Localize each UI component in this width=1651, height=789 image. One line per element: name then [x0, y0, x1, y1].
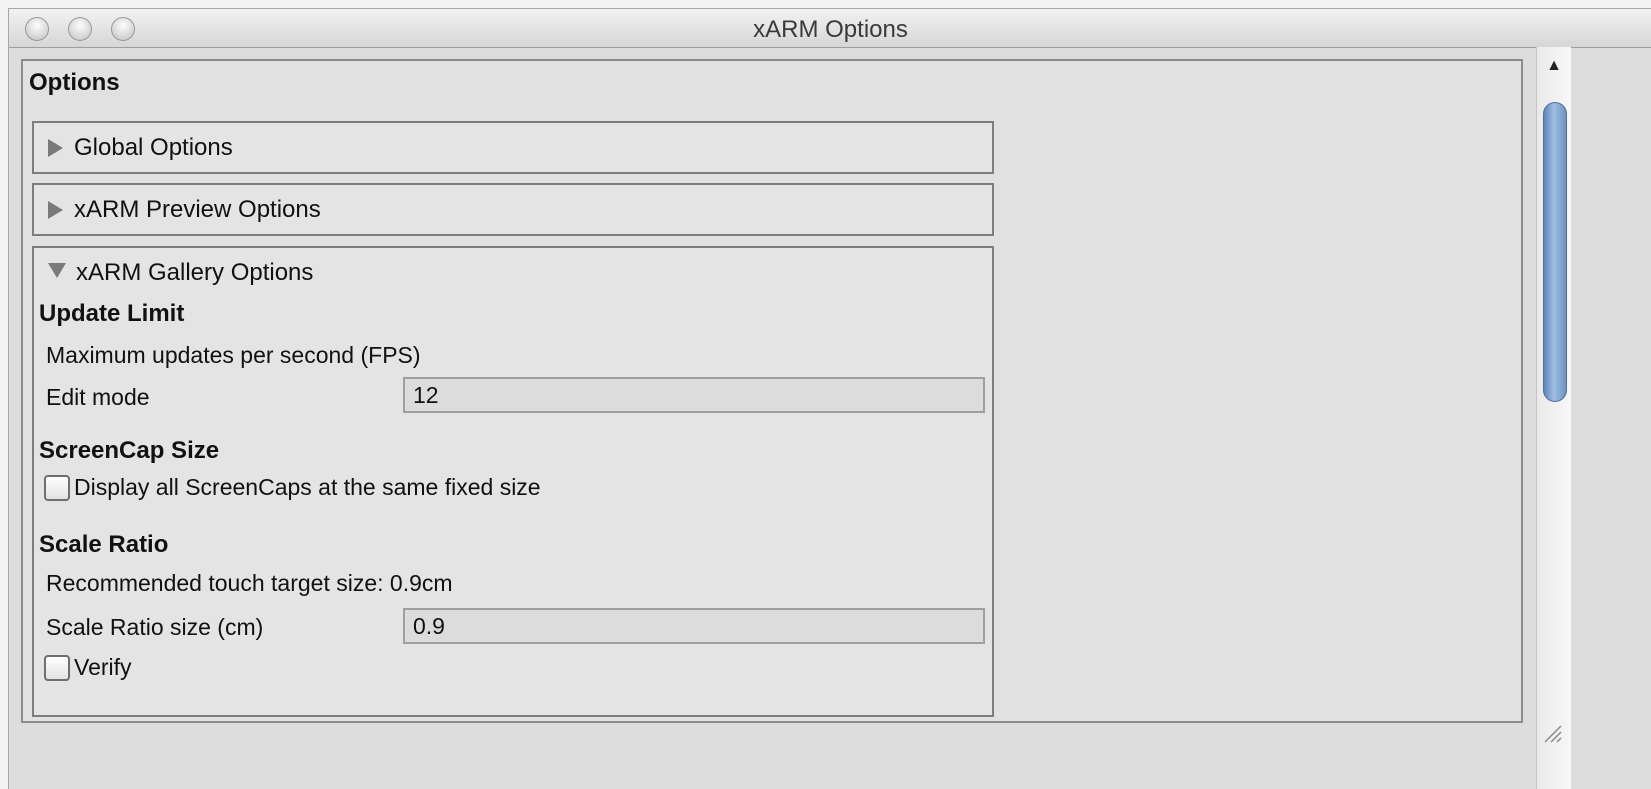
arrow-up-icon[interactable]: ▲ [1537, 57, 1571, 81]
scale-ratio-size-label: Scale Ratio size (cm) [46, 614, 264, 640]
gallery-options-label: xARM Gallery Options [76, 259, 314, 286]
window-title: xARM Options [753, 16, 908, 43]
options-window: xARM Options Options Global Options xARM… [8, 8, 1651, 789]
resize-grip-icon[interactable] [1540, 721, 1562, 743]
preview-options-toggle[interactable]: xARM Preview Options [48, 196, 321, 224]
gallery-options-toggle[interactable]: xARM Gallery Options [48, 259, 313, 287]
scale-ratio-heading: Scale Ratio [39, 531, 169, 558]
update-limit-heading: Update Limit [39, 300, 185, 327]
scale-ratio-size-field[interactable] [403, 608, 985, 644]
edit-mode-label: Edit mode [46, 384, 150, 410]
verify-checkbox[interactable] [44, 654, 70, 681]
fixed-size-option[interactable]: Display all ScreenCaps at the same fixed… [44, 474, 541, 501]
options-panel: Options Global Options xARM Preview Opti… [21, 59, 1523, 723]
triangle-right-icon [48, 139, 63, 157]
update-limit-description: Maximum updates per second (FPS) [46, 342, 421, 368]
preview-options-label: xARM Preview Options [74, 196, 321, 223]
title-bar[interactable]: xARM Options [9, 9, 1651, 48]
gallery-options-foldout: xARM Gallery Options Update Limit Maximu… [32, 246, 994, 717]
triangle-down-icon [48, 263, 66, 278]
edit-mode-field[interactable] [403, 377, 985, 413]
verify-label: Verify [74, 654, 132, 680]
scrollbar-thumb[interactable] [1543, 102, 1567, 402]
recommended-size-text: Recommended touch target size: 0.9cm [46, 570, 453, 596]
global-options-label: Global Options [74, 134, 233, 161]
triangle-right-icon [48, 201, 63, 219]
verify-option[interactable]: Verify [44, 654, 132, 681]
global-options-foldout: Global Options [32, 121, 994, 174]
vertical-scrollbar[interactable]: ▲ [1536, 47, 1571, 789]
global-options-toggle[interactable]: Global Options [48, 134, 233, 162]
preview-options-foldout: xARM Preview Options [32, 183, 994, 236]
screencap-size-heading: ScreenCap Size [39, 437, 220, 464]
fixed-size-checkbox[interactable] [44, 474, 70, 501]
options-heading: Options [29, 69, 120, 96]
fixed-size-label: Display all ScreenCaps at the same fixed… [74, 474, 541, 500]
